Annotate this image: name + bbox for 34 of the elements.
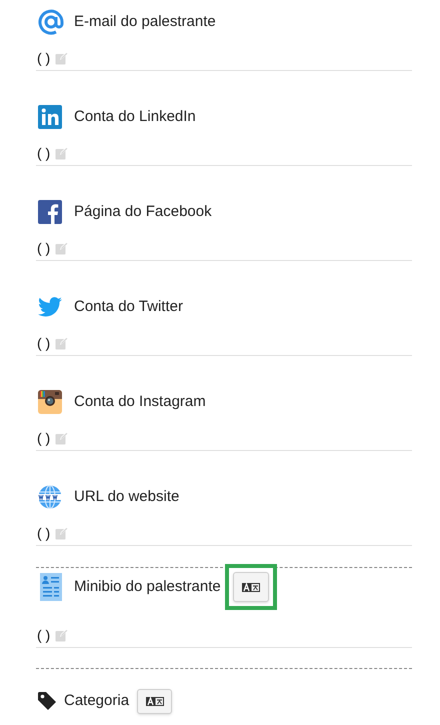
field-label: Conta do Instagram (74, 392, 206, 412)
field-label: Página do Facebook (74, 202, 212, 222)
edit-icon[interactable] (55, 146, 68, 160)
field-value: ( ) (37, 526, 50, 540)
field-label: Minibio do palestrante (74, 576, 221, 597)
field-value: ( ) (37, 431, 50, 445)
translate-icon (242, 582, 260, 592)
translate-button[interactable] (137, 688, 172, 714)
edit-icon[interactable] (55, 52, 68, 64)
globe-icon (38, 485, 62, 509)
profile-card-icon (40, 573, 62, 601)
facebook-icon (38, 200, 62, 224)
field-value: ( ) (37, 336, 50, 350)
bird-icon (38, 297, 62, 317)
field-value: ( ) (37, 241, 50, 255)
edit-icon[interactable] (55, 336, 68, 350)
field-label: E-mail do palestrante (74, 12, 216, 32)
edit-icon[interactable] (55, 242, 68, 254)
translate-button[interactable] (232, 572, 269, 602)
field-label: URL do website (74, 486, 180, 507)
edit-icon[interactable] (55, 628, 68, 642)
edit-icon[interactable] (55, 432, 68, 444)
field-label: Categoria (64, 690, 130, 711)
edit-icon[interactable] (55, 526, 68, 540)
field-value: ( ) (37, 51, 50, 65)
tag-icon (38, 692, 56, 710)
at-sign-icon (38, 8, 64, 36)
camera-icon (38, 390, 62, 414)
translate-icon (146, 696, 164, 706)
linkedin-icon (38, 105, 62, 129)
field-label: Conta do Twitter (74, 296, 183, 317)
field-value: ( ) (37, 146, 50, 160)
field-value: ( ) (37, 628, 50, 642)
field-label: Conta do LinkedIn (74, 106, 196, 127)
